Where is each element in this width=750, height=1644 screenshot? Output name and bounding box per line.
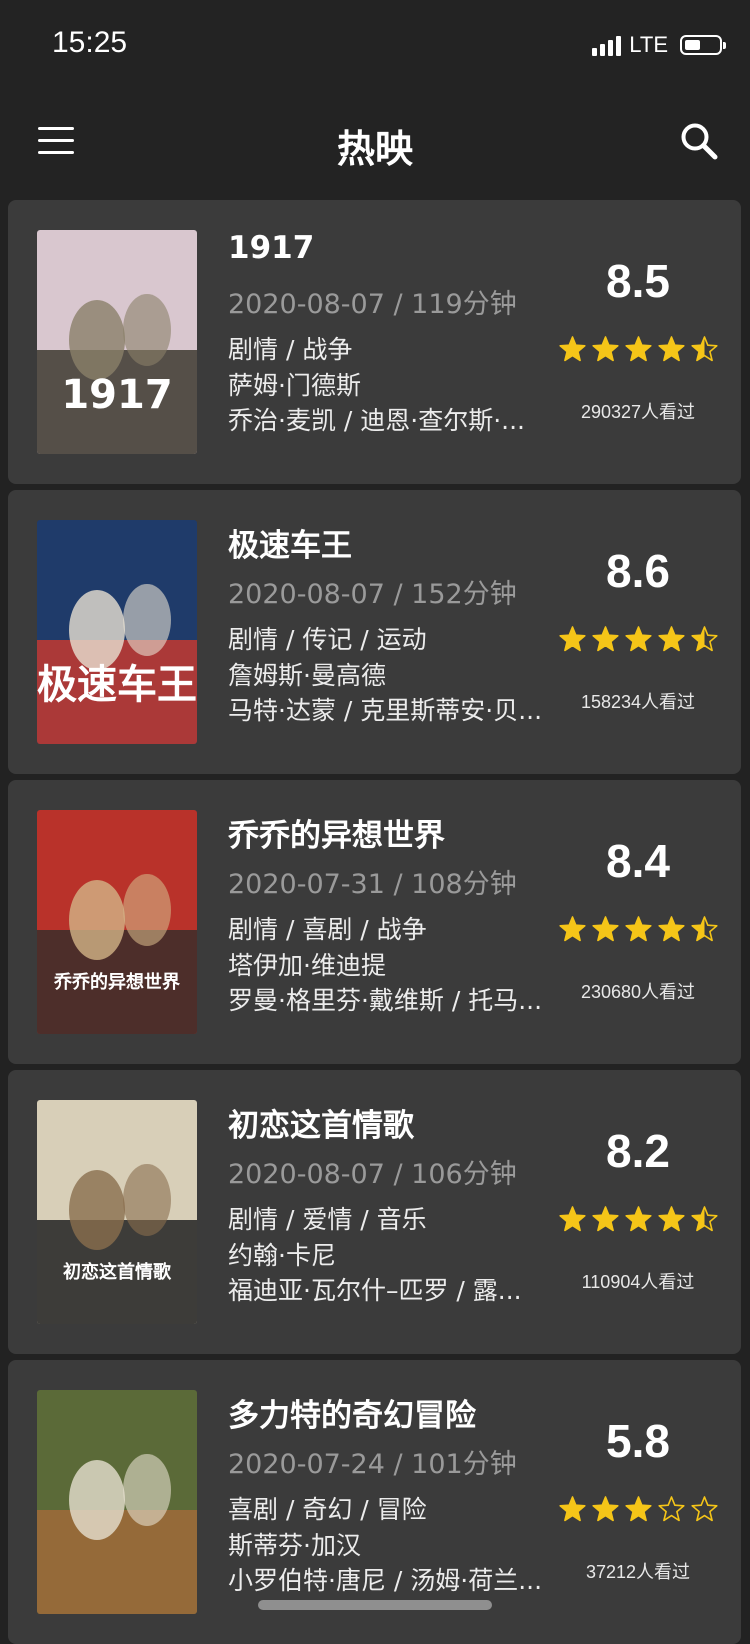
star-half-icon xyxy=(690,916,718,942)
poster-title-text: 乔乔的异想世界 xyxy=(53,971,180,993)
movie-cast: 马特·达蒙 / 克里斯蒂安·贝... xyxy=(228,696,543,725)
star-full-icon xyxy=(591,1206,619,1232)
star-rating xyxy=(548,1496,728,1522)
star-full-icon xyxy=(591,626,619,652)
star-full-icon xyxy=(558,1206,586,1232)
poster-title-text: 极速车王 xyxy=(37,662,197,708)
movie-date-runtime: 2020-08-07 / 106分钟 xyxy=(228,1159,517,1190)
movie-director: 约翰·卡尼 xyxy=(228,1241,336,1270)
movie-poster[interactable]: 初恋这首情歌 xyxy=(37,1100,197,1324)
movie-score: 8.5 xyxy=(606,255,670,307)
star-full-icon xyxy=(657,916,685,942)
search-icon[interactable] xyxy=(678,120,720,162)
page-title: 热映 xyxy=(336,127,413,171)
movie-score: 8.2 xyxy=(606,1125,670,1177)
movie-score: 8.4 xyxy=(606,835,670,887)
star-half-icon xyxy=(690,1206,718,1232)
star-rating xyxy=(548,916,728,942)
star-full-icon xyxy=(558,1496,586,1522)
star-full-icon xyxy=(624,626,652,652)
poster-title-text: 初恋这首情歌 xyxy=(63,1261,172,1283)
star-full-icon xyxy=(558,626,586,652)
star-full-icon xyxy=(624,916,652,942)
movie-title[interactable]: 初恋这首情歌 xyxy=(228,1100,414,1145)
status-bar: 15:25 LTE xyxy=(0,0,750,90)
signal-icon xyxy=(592,34,622,56)
movie-poster[interactable]: 1917 xyxy=(37,230,197,454)
movie-cast: 乔治·麦凯 / 迪恩·查尔斯·... xyxy=(228,406,525,435)
movie-date-runtime: 2020-08-07 / 119分钟 xyxy=(228,289,517,320)
movie-date-runtime: 2020-07-31 / 108分钟 xyxy=(228,869,517,900)
home-indicator[interactable] xyxy=(258,1600,492,1610)
movie-director: 詹姆斯·曼高德 xyxy=(228,661,386,690)
movie-genres: 剧情 / 喜剧 / 战争 xyxy=(228,915,427,944)
viewer-count: 158234人看过 xyxy=(580,692,696,712)
movie-poster[interactable] xyxy=(37,1390,197,1614)
star-full-icon xyxy=(657,336,685,362)
movie-director: 斯蒂芬·加汉 xyxy=(228,1531,361,1560)
movie-card[interactable]: 极速车王 极速车王 2020-08-07 / 152分钟 剧情 / 传记 / 运… xyxy=(8,490,741,774)
movie-score: 8.6 xyxy=(606,545,670,597)
movie-genres: 剧情 / 传记 / 运动 xyxy=(228,625,427,654)
star-half-icon xyxy=(690,626,718,652)
movie-cast: 福迪亚·瓦尔什–匹罗 / 露... xyxy=(228,1276,522,1305)
star-full-icon xyxy=(558,916,586,942)
movie-genres: 喜剧 / 奇幻 / 冒险 xyxy=(228,1495,427,1524)
star-full-icon xyxy=(591,916,619,942)
viewer-count: 37212人看过 xyxy=(585,1562,691,1582)
movie-card[interactable]: 乔乔的异想世界 乔乔的异想世界 2020-07-31 / 108分钟 剧情 / … xyxy=(8,780,741,1064)
movie-director: 塔伊加·维迪提 xyxy=(228,951,386,980)
movie-card[interactable]: 1917 1917 2020-08-07 / 119分钟 剧情 / 战争 萨姆·… xyxy=(8,200,741,484)
star-rating xyxy=(548,336,728,362)
star-full-icon xyxy=(624,1496,652,1522)
movie-score: 5.8 xyxy=(606,1415,670,1467)
star-half-icon xyxy=(690,336,718,362)
movie-title[interactable]: 1917 xyxy=(228,230,314,266)
star-empty-icon xyxy=(657,1496,685,1522)
viewer-count: 110904人看过 xyxy=(581,1272,695,1292)
nav-bar: 热映 xyxy=(0,90,750,200)
star-full-icon xyxy=(624,336,652,362)
movie-title[interactable]: 极速车王 xyxy=(228,520,352,565)
movie-card[interactable]: 初恋这首情歌 初恋这首情歌 2020-08-07 / 106分钟 剧情 / 爱情… xyxy=(8,1070,741,1354)
star-full-icon xyxy=(657,1206,685,1232)
star-rating xyxy=(548,1206,728,1232)
movie-poster[interactable]: 极速车王 xyxy=(37,520,197,744)
star-rating xyxy=(548,626,728,652)
status-time: 15:25 xyxy=(52,26,128,59)
star-full-icon xyxy=(591,1496,619,1522)
viewer-count: 230680人看过 xyxy=(580,982,696,1002)
star-full-icon xyxy=(624,1206,652,1232)
movie-cast: 小罗伯特·唐尼 / 汤姆·荷兰... xyxy=(228,1566,543,1595)
movie-director: 萨姆·门德斯 xyxy=(228,371,361,400)
movie-genres: 剧情 / 爱情 / 音乐 xyxy=(228,1205,427,1234)
star-full-icon xyxy=(558,336,586,362)
battery-icon xyxy=(680,35,726,55)
movie-cast: 罗曼·格里芬·戴维斯 / 托马... xyxy=(228,986,543,1015)
movie-poster[interactable]: 乔乔的异想世界 xyxy=(37,810,197,1034)
status-indicators: LTE xyxy=(592,32,726,58)
movie-genres: 剧情 / 战争 xyxy=(228,335,353,364)
movie-title[interactable]: 乔乔的异想世界 xyxy=(228,810,445,855)
star-empty-icon xyxy=(690,1496,718,1522)
movie-date-runtime: 2020-07-24 / 101分钟 xyxy=(228,1449,517,1480)
viewer-count: 290327人看过 xyxy=(580,402,696,422)
star-full-icon xyxy=(591,336,619,362)
network-label: LTE xyxy=(629,32,668,57)
star-full-icon xyxy=(657,626,685,652)
movie-title[interactable]: 多力特的奇幻冒险 xyxy=(228,1390,476,1435)
poster-title-text: 1917 xyxy=(61,372,172,418)
movie-date-runtime: 2020-08-07 / 152分钟 xyxy=(228,579,517,610)
